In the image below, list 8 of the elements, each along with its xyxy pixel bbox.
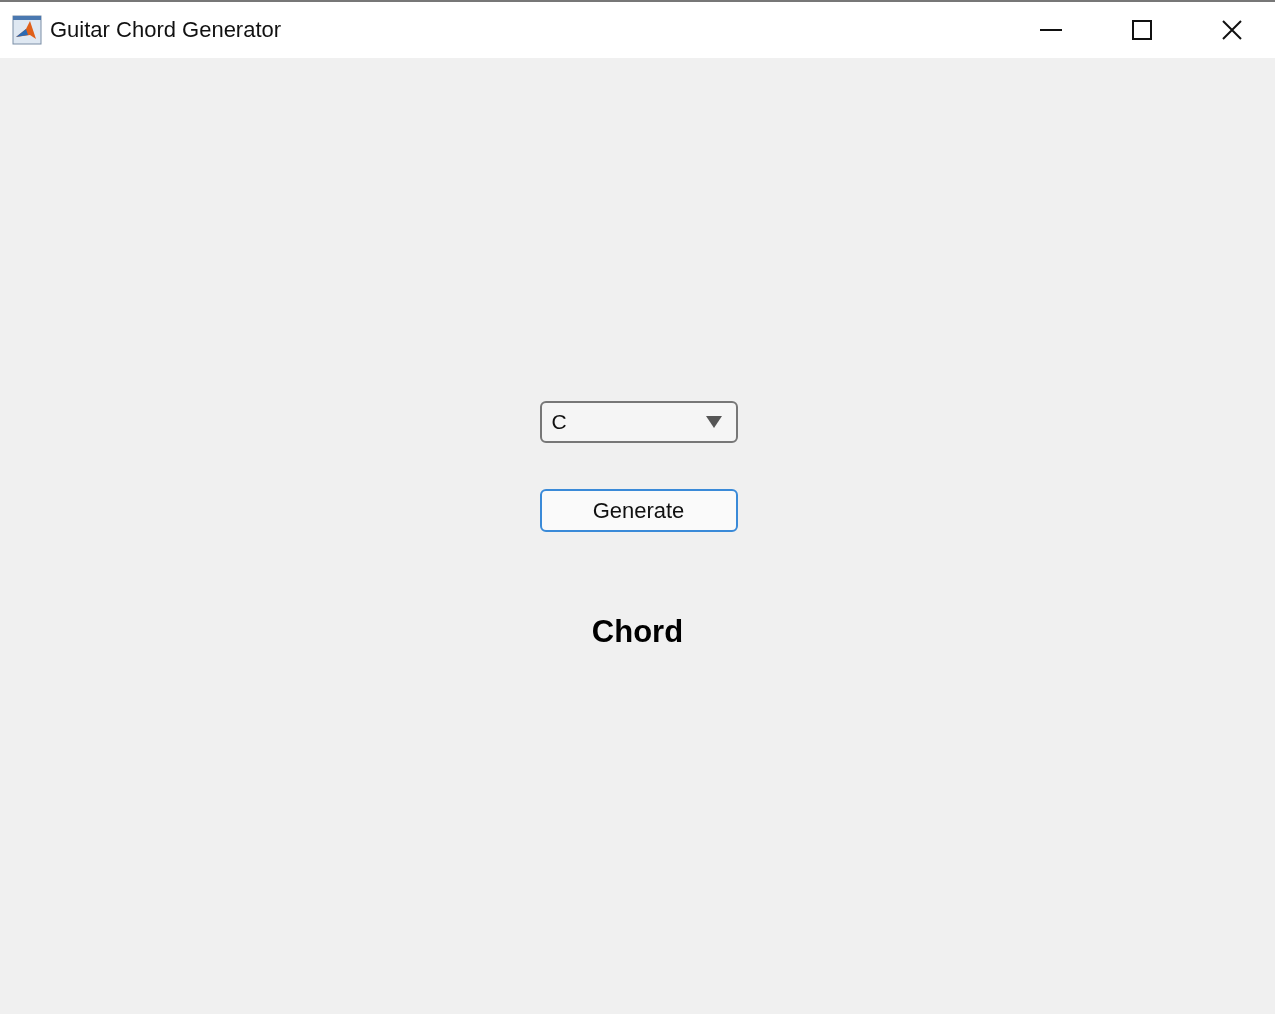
close-icon[interactable] (1222, 20, 1242, 40)
chord-dropdown[interactable]: C (539, 401, 738, 443)
window-title: Guitar Chord Generator (50, 17, 282, 43)
maximize-icon[interactable] (1132, 20, 1152, 40)
app-icon (12, 15, 42, 45)
chord-label: Chord (591, 614, 684, 650)
generate-button[interactable]: Generate (539, 489, 738, 532)
caret-icon (705, 416, 722, 428)
